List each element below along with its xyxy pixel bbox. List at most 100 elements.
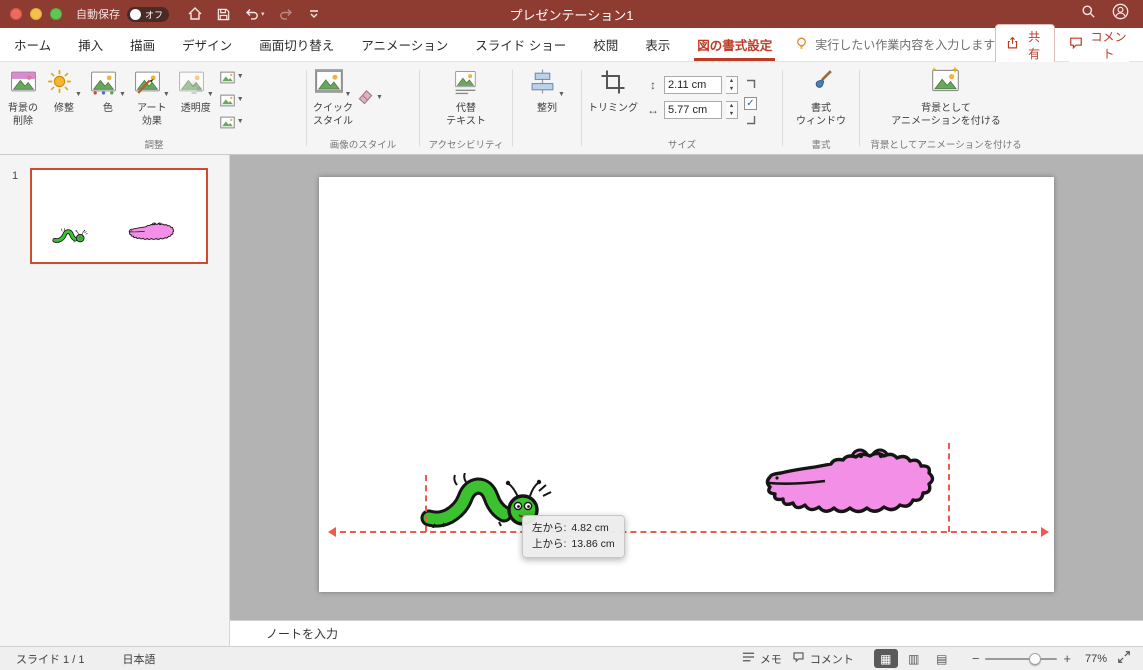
- alt-text-button[interactable]: 代替 テキスト: [442, 68, 490, 130]
- format-pane-button[interactable]: 書式 ウィンドウ: [792, 68, 850, 130]
- account-icon[interactable]: [1112, 3, 1129, 25]
- notes-toggle-button[interactable]: メモ: [742, 651, 782, 667]
- shape-height-input[interactable]: [664, 76, 722, 94]
- change-picture-button[interactable]: ▼: [220, 94, 244, 107]
- notes-bar[interactable]: ノートを入力: [230, 620, 1143, 646]
- close-window-button[interactable]: [10, 8, 22, 20]
- workspace: 1 左から: 4.82 cm 上から: 13.86 cm ノートを入力: [0, 155, 1143, 646]
- tab-animations[interactable]: アニメーション: [361, 28, 448, 61]
- zoom-window-button[interactable]: [50, 8, 62, 20]
- step-up-icon[interactable]: ▲: [726, 102, 737, 110]
- fit-slide-to-window-icon[interactable]: [1117, 650, 1131, 667]
- reset-picture-button[interactable]: ▼: [220, 116, 244, 129]
- width-stepper[interactable]: ▲ ▼: [726, 101, 738, 119]
- vertical-alignment-guide: [948, 443, 950, 532]
- tab-design[interactable]: デザイン: [182, 28, 232, 61]
- group-size: トリミング ↕ ▲▼ ↔ ▲▼: [584, 62, 780, 154]
- height-stepper[interactable]: ▲ ▼: [726, 76, 738, 94]
- redo-button[interactable]: [278, 6, 294, 22]
- zoom-percentage[interactable]: 77%: [1077, 653, 1107, 665]
- remove-background-button[interactable]: 背景の 削除: [4, 68, 42, 130]
- home-icon[interactable]: [187, 6, 203, 22]
- quick-styles-icon: [314, 67, 343, 100]
- tab-insert[interactable]: 挿入: [78, 28, 103, 61]
- zoom-slider-track: [985, 657, 1058, 660]
- crocodile-image[interactable]: [763, 447, 941, 517]
- tab-transitions[interactable]: 画面切り替え: [259, 28, 334, 61]
- share-icon: [1006, 36, 1019, 53]
- corner-bracket-icon: [746, 76, 756, 94]
- comment-bubble-icon: [792, 651, 805, 666]
- tab-picture-format[interactable]: 図の書式設定: [694, 28, 776, 61]
- slide[interactable]: 左から: 4.82 cm 上から: 13.86 cm: [319, 177, 1054, 592]
- tab-slideshow[interactable]: スライド ショー: [475, 28, 566, 61]
- group-separator: [306, 70, 307, 146]
- group-separator: [859, 70, 860, 146]
- group-separator: [782, 70, 783, 146]
- tab-review[interactable]: 校閲: [593, 28, 618, 61]
- titlebar: 自動保存 オフ ▾ プレゼンテーション1: [0, 0, 1143, 28]
- align-button[interactable]: ▼ 整列: [525, 68, 569, 118]
- zoom-in-button[interactable]: +: [1063, 651, 1071, 666]
- normal-view-button[interactable]: ▦: [873, 649, 898, 668]
- artistic-effects-button[interactable]: ▼ アート 効果: [130, 68, 174, 130]
- undo-button[interactable]: ▾: [244, 6, 265, 22]
- save-icon[interactable]: [216, 7, 231, 22]
- slide-sorter-view-button[interactable]: ▥: [902, 649, 926, 668]
- zoom-slider[interactable]: [985, 652, 1058, 665]
- language-indicator[interactable]: 日本語: [122, 651, 155, 667]
- corrections-button[interactable]: ▼ 修整: [42, 68, 86, 118]
- traffic-lights: [10, 8, 62, 20]
- group-arrange: ▼ 整列: [515, 62, 579, 154]
- tab-draw[interactable]: 描画: [130, 28, 155, 61]
- picture-border-button[interactable]: ▼: [357, 88, 383, 109]
- corner-bracket-icon: [746, 112, 756, 130]
- notes-placeholder: ノートを入力: [266, 627, 339, 641]
- shape-width-input[interactable]: [664, 101, 722, 119]
- width-icon: ↔: [647, 103, 659, 117]
- transparency-button[interactable]: ▼ 透明度: [174, 68, 218, 118]
- chevron-down-icon: ▼: [344, 91, 352, 98]
- quick-styles-button[interactable]: ▼ クイック スタイル: [309, 68, 357, 130]
- crop-button[interactable]: トリミング: [584, 68, 642, 118]
- zoom-out-button[interactable]: −: [972, 651, 980, 666]
- compress-picture-button[interactable]: ▼: [220, 71, 244, 84]
- chevron-down-icon: ▼: [376, 94, 383, 101]
- animate-as-background-button[interactable]: 背景として アニメーションを付ける: [887, 66, 1005, 130]
- step-down-icon[interactable]: ▼: [726, 85, 737, 93]
- search-icon[interactable]: [1081, 4, 1096, 24]
- sun-icon: [46, 68, 73, 100]
- chevron-down-icon: ▼: [75, 91, 82, 98]
- slideshow-view-button[interactable]: ▤: [930, 649, 954, 668]
- comment-bubble-icon: [1069, 36, 1083, 53]
- vertical-alignment-guide: [425, 475, 427, 532]
- step-up-icon[interactable]: ▲: [726, 77, 737, 85]
- position-tooltip: 左から: 4.82 cm 上から: 13.86 cm: [522, 515, 625, 558]
- alt-text-icon: [452, 68, 479, 100]
- autosave-label: 自動保存: [76, 9, 120, 21]
- slide-thumbnail[interactable]: [30, 168, 208, 264]
- color-button[interactable]: ▼ 色: [86, 68, 130, 118]
- ribbon-comments-button[interactable]: コメント: [1068, 27, 1129, 62]
- toolbar-options-icon[interactable]: [307, 7, 321, 21]
- chevron-down-icon: ▼: [118, 91, 126, 98]
- minimize-window-button[interactable]: [30, 8, 42, 20]
- tell-me-box[interactable]: 実行したい作業内容を入力します: [794, 28, 995, 61]
- window-title: プレゼンテーション1: [509, 7, 634, 23]
- group-label-format: 書式: [811, 140, 831, 151]
- group-format: 書式 ウィンドウ 書式: [785, 62, 857, 154]
- step-down-icon[interactable]: ▼: [726, 110, 737, 118]
- comments-toggle-button[interactable]: コメント: [792, 651, 854, 667]
- slide-canvas-area[interactable]: 左から: 4.82 cm 上から: 13.86 cm: [230, 155, 1143, 620]
- powerpoint-window: 自動保存 オフ ▾ プレゼンテーション1 ホーム 挿入 描画 デザイン 画面切り…: [0, 0, 1143, 670]
- align-objects-icon: [529, 68, 556, 100]
- group-separator: [512, 70, 513, 146]
- tab-view[interactable]: 表示: [645, 28, 670, 61]
- group-adjust: 背景の 削除 ▼ 修整 ▼ 色 ▼ アート 効果 ▼ 透明度 ▼ ▼ ▼ 調整: [4, 62, 304, 154]
- lock-aspect-ratio-checkbox[interactable]: ✓: [744, 96, 757, 110]
- zoom-slider-knob[interactable]: [1029, 652, 1042, 665]
- share-button[interactable]: 共有: [995, 23, 1055, 66]
- ribbon: 背景の 削除 ▼ 修整 ▼ 色 ▼ アート 効果 ▼ 透明度 ▼ ▼ ▼ 調整 …: [0, 62, 1143, 155]
- tab-home[interactable]: ホーム: [14, 28, 51, 61]
- autosave-toggle[interactable]: オフ: [127, 6, 169, 22]
